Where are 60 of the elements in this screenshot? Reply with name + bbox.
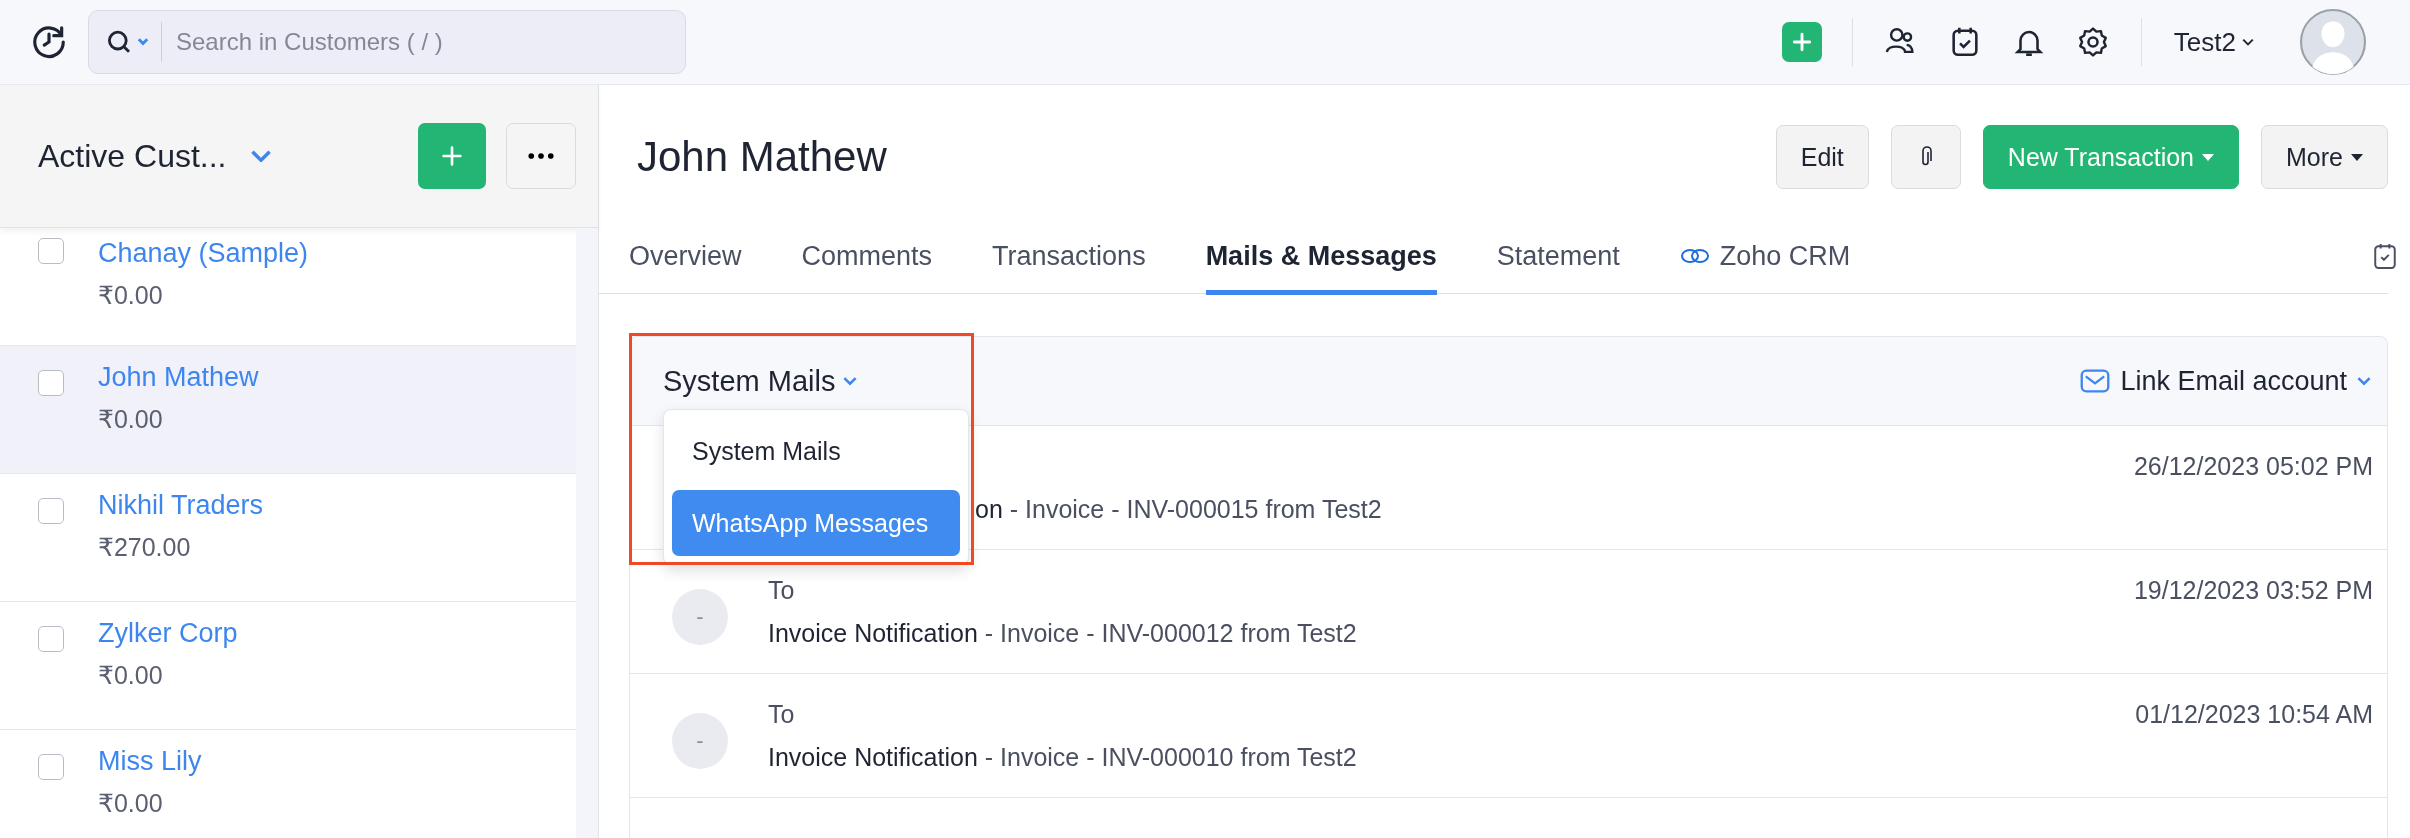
checkbox[interactable] [38, 238, 64, 264]
search-field[interactable]: Search in Customers ( / ) [174, 27, 685, 57]
customer-balance: ₹0.00 [98, 661, 164, 690]
checkbox[interactable] [38, 498, 64, 524]
mail-date: 19/12/2023 03:52 PM [2133, 576, 2373, 605]
view-title[interactable]: Active Cust... [38, 137, 227, 175]
chevron-down-icon[interactable] [250, 150, 271, 162]
customer-name[interactable]: Miss Lily [98, 746, 202, 777]
plus-icon [1790, 31, 1813, 53]
chevron-down-icon [2242, 38, 2254, 46]
checkbox[interactable] [38, 754, 64, 780]
scrollbar-track[interactable] [576, 228, 598, 838]
history-icon[interactable] [30, 23, 68, 61]
customer-title: John Mathew [637, 133, 887, 182]
mail-row[interactable]: - To Invoice Notification - Invoice - INV-000010 from Test2 01/12/2023 10:54 AM [630, 674, 2387, 798]
customer-balance: ₹0.00 [98, 789, 164, 818]
avatar-badge: - [672, 588, 728, 645]
tab[interactable]: Transactions [992, 240, 1146, 295]
search-bar[interactable]: Search in Customers ( / ) [88, 10, 686, 74]
add-button[interactable] [1781, 22, 1822, 62]
customer-balance: ₹270.00 [98, 533, 192, 562]
tab[interactable]: Overview [629, 240, 742, 295]
customer-row[interactable]: Zylker Corp ₹0.00 [0, 602, 576, 730]
recipient-label: To [768, 576, 796, 605]
customer-name[interactable]: Zylker Corp [98, 618, 238, 649]
more-button[interactable]: More [2261, 125, 2388, 190]
customer-name[interactable]: Chanay (Sample) [98, 238, 309, 269]
customer-row[interactable]: Nikhil Traders ₹270.00 [0, 474, 576, 602]
checkbox[interactable] [38, 370, 64, 396]
mail-subject: Invoice Notification - Invoice - INV-000012 from Test2 [768, 619, 1357, 648]
customer-balance: ₹0.00 [98, 281, 164, 310]
linked-rings-icon [1679, 248, 1710, 264]
mail-filter-dropdown[interactable]: System Mails [663, 364, 858, 398]
new-customer-button[interactable] [418, 123, 486, 189]
attach-button[interactable] [1890, 125, 1961, 190]
tab[interactable]: Zoho CRM [1679, 240, 1851, 295]
edit-button[interactable]: Edit [1775, 125, 1869, 190]
tab[interactable]: Comments [801, 240, 933, 295]
chevron-down-icon [843, 376, 858, 386]
avatar-badge: - [672, 712, 728, 769]
tab[interactable]: Mails & Messages [1205, 240, 1437, 295]
plus-icon [440, 144, 464, 168]
customer-name[interactable]: Nikhil Traders [98, 490, 264, 521]
user-menu[interactable]: Test2 [2173, 26, 2254, 58]
mail-icon [2080, 368, 2111, 394]
mail-date: 26/12/2023 05:02 PM [2133, 452, 2373, 481]
link-email-button[interactable]: Link Email account [2120, 365, 2371, 397]
more-options-button[interactable] [506, 123, 576, 189]
tab[interactable]: Statement [1496, 240, 1620, 295]
customer-row[interactable]: John Mathew ₹0.00 [0, 346, 576, 474]
checkbox[interactable] [38, 626, 64, 652]
mail-date: 01/12/2023 10:54 AM [2135, 700, 2373, 729]
ellipsis-icon [528, 152, 554, 160]
mail-subject: Invoice Notification - Invoice - INV-000010 from Test2 [768, 743, 1357, 772]
chevron-down-icon [2357, 376, 2371, 386]
recipient-label: To [768, 700, 796, 729]
calendar-check-icon[interactable] [2372, 241, 2398, 271]
avatar-icon[interactable] [2300, 9, 2366, 75]
customer-balance: ₹0.00 [98, 405, 164, 434]
mail-subject: on - Invoice - INV-000015 from Test2 [975, 495, 1382, 524]
